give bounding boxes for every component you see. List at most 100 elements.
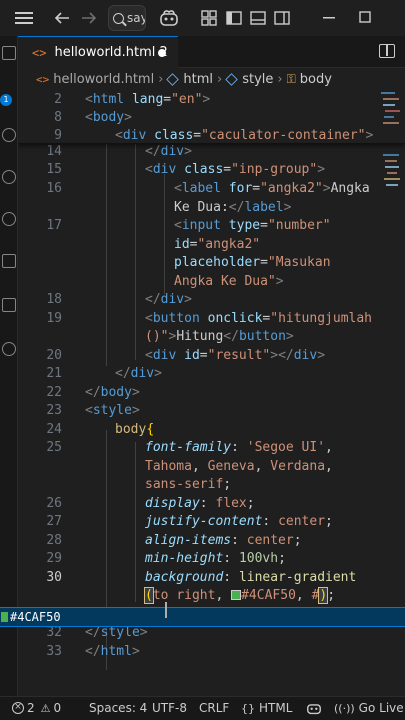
breadcrumb-file[interactable]: helloworld.html — [53, 72, 154, 87]
problems-indicator[interactable]: × 2 ⚠ 0 — [12, 701, 61, 715]
maximize-icon[interactable] — [356, 8, 376, 28]
search-view-icon[interactable] — [2, 128, 16, 142]
source-control-icon[interactable] — [2, 170, 16, 184]
toggle-sidebar-icon[interactable] — [224, 8, 244, 28]
breadcrumb: <> helloworld.html › html › style › ⚿ bo… — [18, 68, 405, 90]
go-live-label: Go Live — [358, 701, 404, 715]
code-line: font-family: 'Segoe UI', — [145, 440, 333, 455]
minimap[interactable] — [381, 90, 401, 150]
activity-bar: 1 — [0, 36, 18, 696]
arrow-right-icon[interactable] — [79, 8, 99, 28]
symbol-icon — [225, 72, 238, 86]
line-number: 25 — [46, 440, 62, 455]
tab-helloworld[interactable]: <> helloworld.html 2 — [18, 36, 178, 68]
line-number: 2 — [54, 92, 62, 107]
line-number: 8 — [54, 110, 62, 125]
code-line: background: linear-gradient — [145, 570, 357, 585]
code-line: </style> — [85, 625, 148, 640]
line-number: 17 — [46, 218, 62, 233]
tab-label: helloworld.html 2 — [54, 45, 168, 60]
line-number: 9 — [54, 128, 62, 143]
html-icon: <> — [32, 45, 47, 60]
code-line: </body> — [85, 385, 140, 400]
command-center-search[interactable]: say — [108, 5, 146, 31]
sticky-scroll[interactable]: 2 <html lang="en"> 8 <body> 9 <div class… — [18, 90, 405, 144]
color-suggestion[interactable]: #4CAF50 — [0, 607, 405, 627]
minimize-icon[interactable] — [320, 8, 340, 28]
toggle-panel-icon[interactable] — [248, 8, 268, 28]
code-line: justify-content: center; — [145, 514, 333, 529]
code-line: </html> — [85, 644, 140, 659]
code-line: </div> — [115, 366, 162, 381]
broadcast-icon: ((·)) — [334, 701, 355, 715]
chevron-right-icon: › — [158, 71, 164, 87]
code-line-wrap: sans-serif; — [145, 477, 232, 492]
line-number: 15 — [46, 162, 62, 177]
indentation-setting[interactable]: Spaces: 4 — [89, 701, 147, 715]
language-mode[interactable]: {} HTML — [241, 701, 292, 715]
code-line: <div id="result"></div> — [145, 348, 326, 363]
code-line-wrap: ()">Hitung</button> — [145, 329, 294, 344]
customize-layout-icon[interactable] — [199, 8, 219, 28]
line-number: 18 — [46, 292, 62, 307]
code-line-wrap: (to right, #4CAF50, #); — [144, 587, 336, 604]
line-number: 19 — [46, 311, 62, 326]
minimap-body[interactable] — [381, 150, 403, 270]
color-swatch[interactable] — [231, 590, 242, 600]
eol-setting[interactable]: CRLF — [199, 701, 229, 715]
go-live-button[interactable]: ((·)) Go Live — [334, 701, 404, 715]
code-line: display: flex; — [145, 496, 255, 511]
suggestion-color-swatch — [1, 612, 8, 622]
warning-count: 0 — [53, 701, 62, 715]
explorer-icon[interactable] — [2, 46, 16, 60]
line-number: 20 — [46, 348, 62, 363]
line-number: 24 — [46, 422, 62, 437]
code-line: min-height: 100vh; — [145, 551, 286, 566]
warning-icon: ⚠ — [40, 701, 51, 715]
copilot-status-icon[interactable] — [306, 701, 322, 715]
breadcrumb-item-body[interactable]: body — [300, 72, 332, 87]
search-icon — [113, 12, 124, 24]
code-line-wrap: placeholder="Masukan — [174, 255, 331, 270]
title-bar: say — [0, 0, 405, 36]
copilot-icon[interactable] — [156, 8, 182, 28]
code-line: <div class="inp-group"> — [145, 162, 326, 177]
encoding-setting[interactable]: UTF-8 — [152, 701, 187, 715]
code-line: <style> — [85, 403, 140, 418]
line-number: 26 — [46, 496, 62, 511]
line-number: 22 — [46, 385, 62, 400]
remote-explorer-icon[interactable] — [2, 298, 16, 312]
menu-icon[interactable] — [14, 8, 34, 28]
line-number: 23 — [46, 403, 62, 418]
text-cursor-icon — [165, 602, 167, 618]
extensions-icon[interactable] — [2, 254, 16, 268]
arrow-left-icon[interactable] — [52, 8, 72, 28]
sticky-line: <body> — [85, 110, 132, 125]
chevron-right-icon: › — [277, 71, 283, 87]
tab-bar: <> helloworld.html 2 — [18, 36, 405, 68]
html-icon: <> — [36, 72, 50, 86]
line-number: 16 — [46, 181, 62, 196]
split-editor-icon[interactable] — [379, 44, 395, 58]
code-editor[interactable]: 2 <html lang="en"> 8 <body> 9 <div class… — [18, 90, 405, 696]
line-number: 29 — [46, 551, 62, 566]
line-number: 32 — [46, 625, 62, 640]
search-text: say — [127, 11, 146, 25]
code-line: <label for="angka2">Angka — [174, 181, 370, 196]
sticky-line: <div class="caculator-container"> — [115, 128, 374, 143]
code-line-wrap: Angka Ke Dua"> — [174, 274, 284, 289]
symbol-icon — [166, 72, 180, 86]
line-number: 21 — [46, 366, 62, 381]
breadcrumb-item-style[interactable]: style — [242, 72, 273, 87]
toggle-secondary-sidebar-icon[interactable] — [272, 8, 292, 28]
selector-icon: ⚿ — [286, 71, 296, 86]
suggestion-text: #4CAF50 — [10, 610, 61, 624]
run-debug-icon[interactable] — [2, 212, 16, 226]
line-number: 28 — [46, 533, 62, 548]
testing-icon[interactable] — [2, 342, 16, 356]
breadcrumb-item-html[interactable]: html — [183, 72, 213, 87]
code-line: body{ — [115, 422, 155, 437]
status-bar: × 2 ⚠ 0 Spaces: 4 UTF-8 CRLF {} HTML ((·… — [0, 696, 405, 720]
unsaved-dot-icon[interactable] — [158, 49, 166, 57]
braces-icon: {} — [241, 701, 255, 715]
